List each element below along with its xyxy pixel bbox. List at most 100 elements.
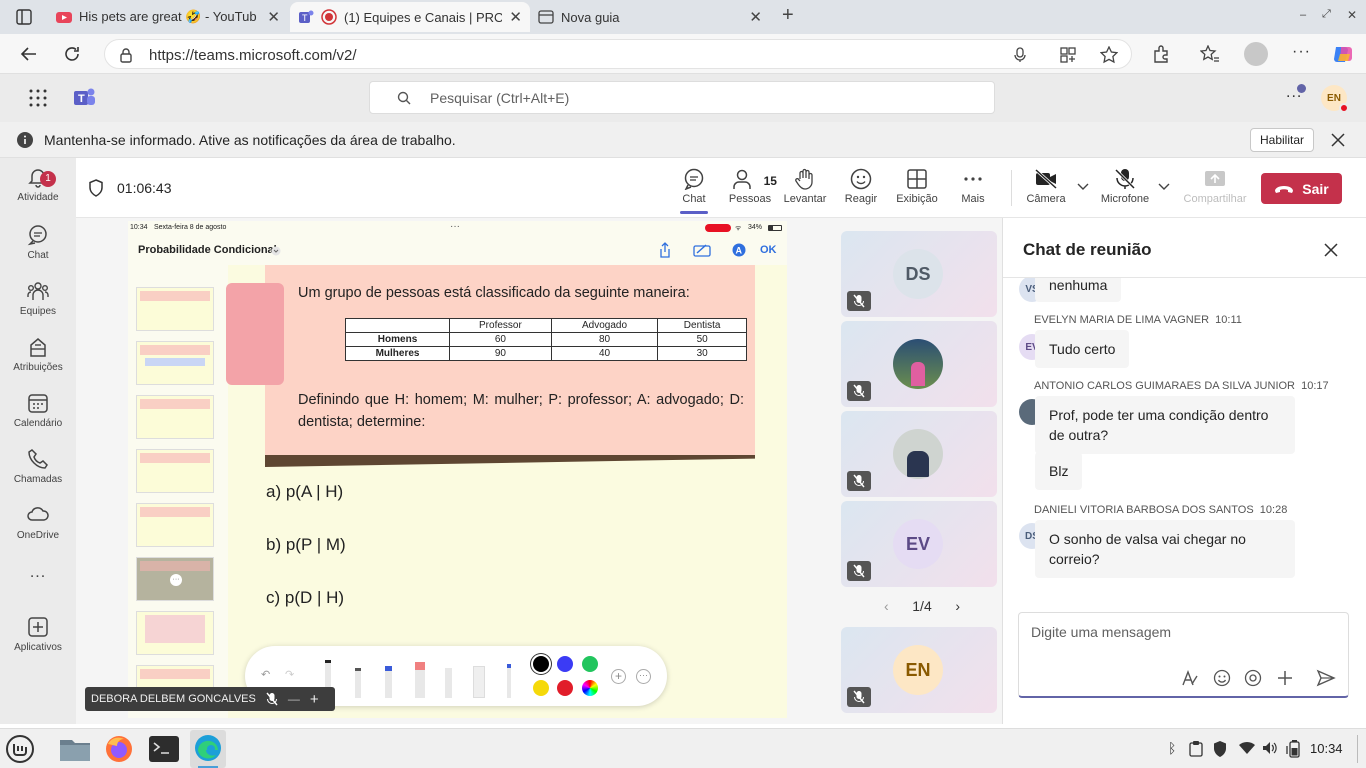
attach-plus-icon[interactable] (1276, 669, 1294, 687)
rail-item-assignments[interactable]: Atribuições (0, 336, 76, 373)
clipboard-icon[interactable] (1189, 741, 1203, 757)
message-input[interactable]: Digite uma mensagem (1031, 624, 1171, 640)
participant-tile[interactable] (841, 321, 997, 407)
ok-button[interactable]: OK (760, 244, 777, 256)
undo-icon[interactable]: ↶ (261, 668, 270, 681)
slide-thumbnail[interactable] (136, 341, 214, 385)
minimize-icon[interactable]: — (288, 692, 300, 706)
marker-tool[interactable] (355, 668, 361, 698)
rail-item-chat[interactable]: Chat (0, 224, 76, 261)
battery-icon[interactable] (1286, 740, 1302, 758)
color-blue[interactable] (557, 656, 573, 672)
close-tab-icon[interactable]: ✕ (267, 8, 280, 26)
copilot-icon[interactable] (1332, 43, 1354, 65)
new-tab-button[interactable]: + (782, 4, 794, 27)
mint-menu-icon[interactable] (5, 734, 37, 764)
file-manager-icon[interactable] (58, 734, 92, 764)
add-tool-icon[interactable]: + (611, 669, 626, 684)
chevron-down-icon[interactable] (271, 246, 281, 256)
volume-icon[interactable] (1262, 741, 1278, 755)
bluetooth-icon[interactable]: ᛒ (1168, 740, 1176, 756)
slide-thumbnail-selected[interactable]: ··· (136, 557, 214, 601)
slide-thumbnail[interactable] (136, 395, 214, 439)
format-icon[interactable] (1181, 669, 1199, 687)
ruler-tool[interactable] (473, 666, 485, 698)
close-window-button[interactable]: ✕ (1347, 8, 1357, 22)
annotate-icon[interactable] (693, 243, 711, 257)
rail-item-apps[interactable]: Aplicativos (0, 616, 76, 653)
app-launcher-icon[interactable] (29, 89, 47, 107)
redo-icon[interactable]: ↷ (285, 668, 294, 681)
chevron-down-icon[interactable] (1077, 183, 1089, 191)
favorite-star-icon[interactable] (1100, 46, 1118, 64)
close-tab-icon[interactable]: ✕ (509, 8, 522, 26)
emoji-icon[interactable] (1213, 669, 1231, 687)
reload-icon[interactable] (63, 45, 81, 63)
app-install-icon[interactable] (1060, 47, 1076, 63)
chat-button[interactable]: Chat (667, 168, 721, 214)
search-input[interactable]: Pesquisar (Ctrl+Alt+E) (369, 81, 995, 114)
slide-thumbnail[interactable] (136, 611, 214, 655)
browser-menu-button[interactable]: ··· (1292, 43, 1311, 61)
microphone-icon[interactable] (1013, 47, 1027, 63)
chevron-down-icon[interactable] (1158, 183, 1170, 191)
highlighter-tool[interactable] (385, 666, 392, 698)
tab-actions-icon[interactable] (16, 9, 32, 25)
more-button[interactable]: Mais (946, 168, 1000, 205)
color-black[interactable] (533, 656, 549, 672)
close-icon[interactable] (1331, 133, 1345, 147)
raise-hand-button[interactable]: Levantar (778, 168, 832, 205)
browser-tab-new[interactable]: Nova guia ✕ (530, 2, 770, 32)
pen-mode-icon[interactable]: A (732, 243, 746, 257)
slide-thumbnail[interactable] (136, 503, 214, 547)
participant-tile[interactable] (841, 411, 997, 497)
slide-thumbnail[interactable] (136, 449, 214, 493)
rail-more-button[interactable]: ... (0, 564, 76, 582)
microphone-button[interactable]: Microfone (1097, 168, 1153, 205)
rail-item-teams[interactable]: Equipes (0, 280, 76, 317)
self-view-tile[interactable]: EN (841, 627, 997, 713)
favorites-icon[interactable] (1200, 45, 1220, 63)
people-button[interactable]: 15 Pessoas (723, 168, 777, 205)
close-icon[interactable] (1324, 243, 1338, 257)
firefox-icon[interactable] (104, 734, 134, 764)
loop-icon[interactable] (1244, 669, 1262, 687)
chevron-right-icon[interactable]: › (955, 598, 960, 614)
react-button[interactable]: Reagir (834, 168, 888, 205)
fountain-pen-tool[interactable] (507, 664, 511, 698)
slide-thumbnail[interactable] (136, 287, 214, 331)
minimize-button[interactable]: – (1300, 9, 1306, 21)
maximize-button[interactable]: ⤢ (1322, 8, 1331, 21)
lasso-tool[interactable] (445, 668, 452, 698)
browser-tab-teams[interactable]: T (1) Equipes e Canais | PRO ✕ (290, 2, 530, 32)
color-picker[interactable] (582, 680, 598, 696)
color-red[interactable] (557, 680, 573, 696)
rail-item-calendar[interactable]: Calendário (0, 392, 76, 429)
leave-button[interactable]: Sair (1261, 173, 1342, 204)
shield-icon[interactable] (1212, 740, 1228, 758)
rail-item-onedrive[interactable]: OneDrive (0, 504, 76, 541)
extensions-icon[interactable] (1152, 45, 1170, 63)
edge-taskbar-item[interactable] (190, 730, 226, 768)
tool-options-icon[interactable]: ··· (636, 669, 651, 684)
close-tab-icon[interactable]: ✕ (749, 8, 762, 26)
send-icon[interactable] (1316, 669, 1336, 687)
url-field[interactable]: https://teams.microsoft.com/v2/ (104, 39, 1132, 69)
browser-tab-youtube[interactable]: His pets are great 🤣 - YouTub ✕ (48, 2, 288, 32)
rail-item-activity[interactable]: Atividade 1 (0, 166, 76, 203)
rail-item-calls[interactable]: Chamadas (0, 448, 76, 485)
eraser-tool[interactable] (415, 662, 425, 698)
back-icon[interactable] (20, 45, 38, 63)
camera-button[interactable]: Câmera (1020, 168, 1072, 205)
enable-notifications-button[interactable]: Habilitar (1250, 128, 1314, 152)
chevron-left-icon[interactable]: ‹ (884, 598, 889, 614)
profile-avatar[interactable] (1244, 42, 1268, 66)
color-green[interactable] (582, 656, 598, 672)
participant-tile[interactable]: EV (841, 501, 997, 587)
share-icon[interactable] (658, 242, 672, 258)
terminal-icon[interactable] (148, 735, 180, 763)
show-desktop-button[interactable] (1357, 735, 1358, 763)
expand-icon[interactable]: + (310, 691, 319, 708)
participant-tile[interactable]: DS (841, 231, 997, 317)
share-button[interactable]: Compartilhar (1178, 168, 1252, 205)
